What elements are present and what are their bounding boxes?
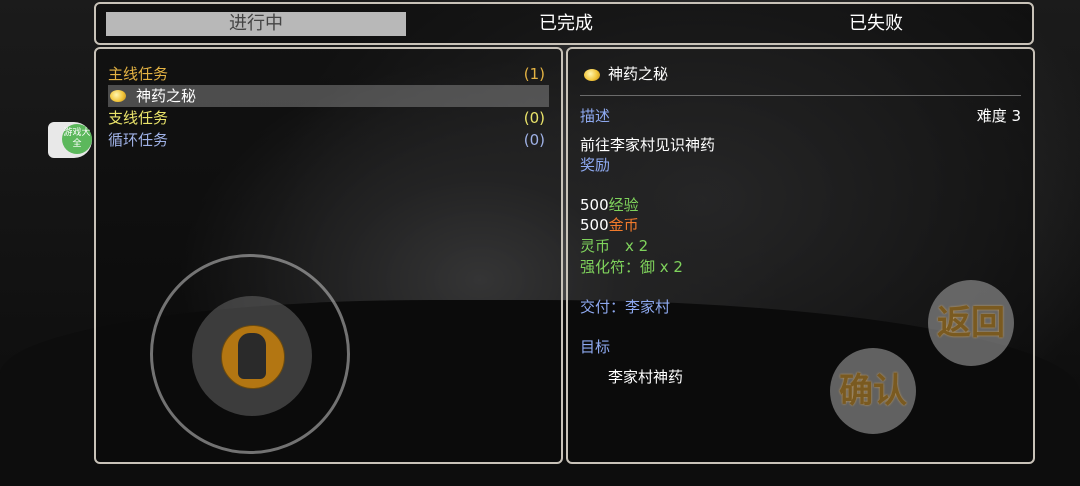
goal-text: 李家村神药 (608, 368, 684, 386)
title-divider (580, 95, 1021, 96)
quest-category-main[interactable]: 主线任务 (1) (108, 63, 549, 85)
reward-label: 奖励 (580, 156, 611, 174)
player-avatar-icon (238, 333, 266, 379)
confirm-button[interactable]: 确认 (830, 348, 916, 434)
reward-exp-amount: 500 (580, 196, 609, 214)
category-label: 支线任务 (108, 109, 169, 127)
quest-egg-icon (110, 90, 126, 102)
description-text: 前往李家村见识神药 (580, 136, 716, 154)
category-label: 循环任务 (108, 131, 169, 149)
quest-item-label: 神药之秘 (136, 87, 197, 105)
deliver-text: 交付：李家村 (580, 298, 671, 316)
quest-item-selected[interactable]: 神药之秘 (108, 85, 549, 107)
tab-failed[interactable]: 已失败 (726, 12, 1026, 36)
category-label: 主线任务 (108, 65, 169, 83)
quest-tab-bar: 进行中 已完成 已失败 (94, 2, 1034, 45)
tab-in-progress[interactable]: 进行中 (106, 12, 406, 36)
category-count: (1) (523, 65, 545, 83)
quest-category-loop[interactable]: 循环任务 (0) (108, 129, 549, 151)
quest-title: 神药之秘 (608, 65, 669, 83)
reward-qianghua: 强化符：御 x 2 (580, 258, 683, 276)
reward-exp: 500经验 (580, 195, 639, 215)
category-count: (0) (523, 109, 545, 127)
quest-category-side[interactable]: 支线任务 (0) (108, 107, 549, 129)
difficulty-text: 难度 3 (976, 107, 1021, 125)
reward-lingbi: 灵币 x 2 (580, 237, 649, 255)
reward-gold-amount: 500 (580, 216, 609, 234)
back-button[interactable]: 返回 (928, 280, 1014, 366)
quest-egg-icon (584, 69, 600, 81)
game-center-badge[interactable]: 游戏大全 (48, 122, 92, 158)
quest-detail-panel: 神药之秘 描述 难度 3 前往李家村见识神药 奖励 500经验 500金币 灵币… (566, 47, 1035, 464)
category-count: (0) (523, 131, 545, 149)
reward-exp-label: 经验 (608, 196, 639, 214)
reward-gold: 500金币 (580, 215, 639, 235)
reward-gold-label: 金币 (608, 216, 639, 234)
goal-label: 目标 (580, 338, 611, 356)
game-center-icon: 游戏大全 (62, 124, 92, 154)
tab-completed[interactable]: 已完成 (416, 12, 716, 36)
description-label: 描述 (580, 107, 611, 125)
